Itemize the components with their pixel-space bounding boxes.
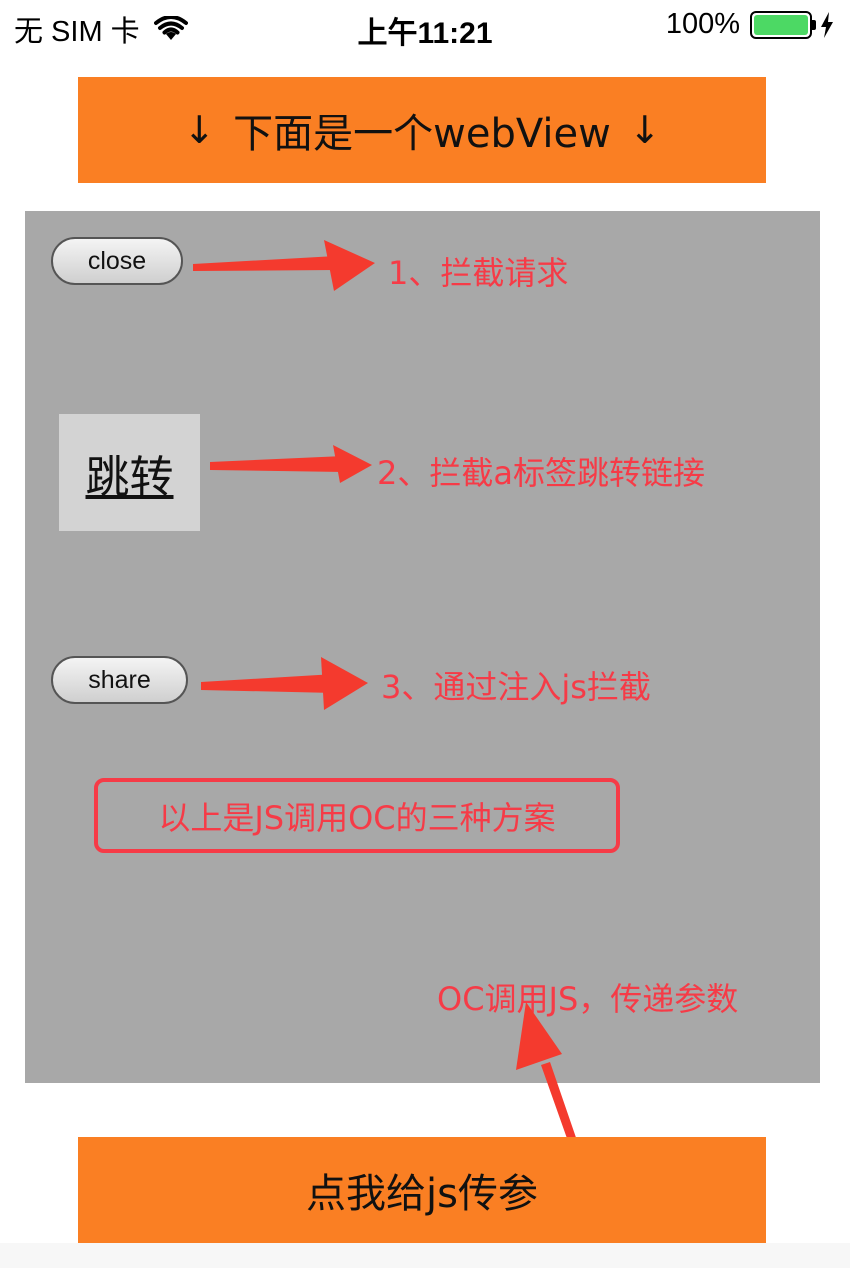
jump-link[interactable]: 跳转 (59, 414, 200, 531)
bottom-strip (0, 1243, 850, 1268)
battery-icon (750, 10, 816, 39)
annotation-oc-call-js: OC调用JS，传递参数 (437, 980, 739, 1018)
status-bar: 无 SIM 卡 上午11:21 100% (0, 0, 850, 52)
battery-percent: 100% (665, 8, 740, 40)
share-button[interactable]: share (51, 656, 188, 704)
down-arrow-icon: ↓ (628, 108, 661, 152)
annotation-inject-js: 3、通过注入js拦截 (381, 668, 651, 706)
header-text: 下面是一个webView (233, 111, 611, 157)
annotation-summary: 以上是JS调用OC的三种方案 (158, 798, 556, 837)
battery-fill (754, 14, 808, 35)
battery-group: 100% (666, 8, 834, 41)
annotation-intercept-link: 2、拦截a标签跳转链接 (377, 454, 705, 492)
close-button[interactable]: close (51, 237, 183, 285)
pass-param-to-js-button[interactable]: 点我给js传参 (78, 1137, 766, 1243)
webview-header-banner: ↓ 下面是一个webView ↓ (78, 77, 766, 183)
annotation-intercept-request: 1、拦截请求 (388, 254, 569, 292)
annotation-summary-box: 以上是JS调用OC的三种方案 (94, 778, 620, 853)
webview: close 跳转 share (25, 211, 820, 1083)
down-arrow-icon: ↓ (183, 108, 216, 152)
charging-bolt-icon (821, 11, 833, 38)
pass-param-label: 点我给js传参 (306, 1171, 538, 1217)
